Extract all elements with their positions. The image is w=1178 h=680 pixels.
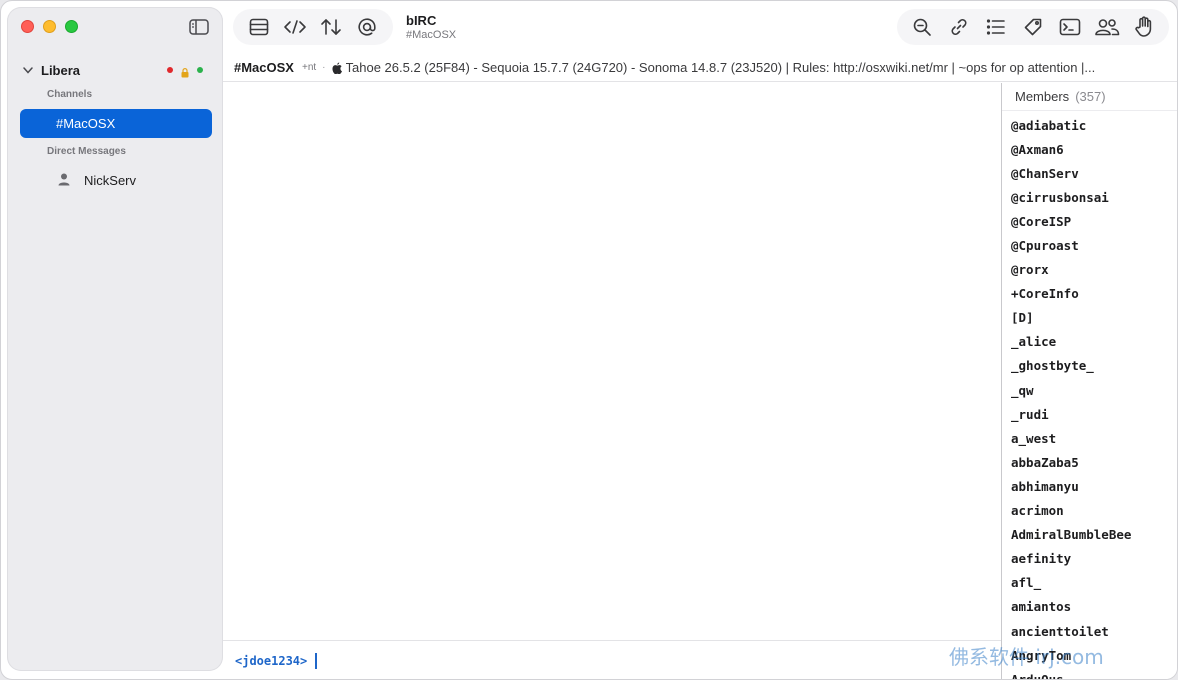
server-status: [167, 65, 203, 78]
status-dot-green: [197, 66, 203, 73]
member-item[interactable]: @rorx: [1002, 258, 1177, 282]
chevron-down-icon[interactable]: [21, 63, 35, 77]
member-item[interactable]: ancienttoilet: [1002, 619, 1177, 643]
sort-arrows-icon: [321, 19, 341, 35]
member-item[interactable]: abhimanyu: [1002, 474, 1177, 498]
app-window: Libera Channels #MacOSX Direct Messages …: [0, 0, 1178, 680]
title-block: bIRC #MacOSX: [406, 13, 456, 41]
close-window-button[interactable]: [21, 20, 34, 33]
sidebar-toggle-icon: [189, 19, 209, 35]
hand-icon: [1135, 16, 1152, 37]
mention-icon: [358, 18, 376, 36]
members-panel: Members (357) @adiabatic @Axman6 @ChanServ…: [1001, 83, 1177, 679]
member-item[interactable]: afl_: [1002, 571, 1177, 595]
member-item[interactable]: _ghostbyte_: [1002, 354, 1177, 378]
app-title: bIRC: [406, 13, 437, 28]
topic-separator: ·: [322, 61, 326, 73]
status-dot-red: [167, 66, 173, 73]
person-icon: [58, 173, 70, 189]
tag-button[interactable]: [1019, 13, 1047, 41]
server-name: Libera: [41, 62, 81, 78]
sidebar-toggle-button[interactable]: [188, 18, 210, 36]
zoom-window-button[interactable]: [65, 20, 78, 33]
sort-button[interactable]: [317, 13, 345, 41]
search-icon: [913, 18, 931, 36]
member-item[interactable]: @cirrusbonsai: [1002, 185, 1177, 209]
message-area[interactable]: [223, 83, 1001, 640]
member-item[interactable]: @Axman6: [1002, 137, 1177, 161]
members-title: Members: [1015, 89, 1070, 104]
server-list-icon: [249, 18, 269, 36]
member-item[interactable]: amiantos: [1002, 595, 1177, 619]
input-nick: <jdoe1234>: [235, 654, 308, 668]
mention-button[interactable]: [353, 13, 381, 41]
channel-topic: Tahoe 26.5.2 (25F84) - Sequoia 15.7.7 (2…: [345, 59, 1096, 75]
member-item[interactable]: _rudi: [1002, 402, 1177, 426]
app-subtitle: #MacOSX: [406, 29, 457, 41]
dm-label: NickServ: [84, 172, 137, 188]
link-button[interactable]: [945, 13, 973, 41]
member-item[interactable]: @Cpuroast: [1002, 233, 1177, 257]
toolbar-right-group: [897, 9, 1169, 45]
member-item[interactable]: +CoreInfo: [1002, 282, 1177, 306]
users-icon: [1095, 19, 1120, 36]
code-button[interactable]: [281, 13, 309, 41]
member-item[interactable]: [D]: [1002, 306, 1177, 330]
text-caret: [315, 653, 318, 669]
members-list: @adiabatic @Axman6 @ChanServ @cirrusbonsai @…: [1002, 111, 1177, 679]
link-icon: [951, 19, 967, 35]
terminal-icon: [1059, 18, 1081, 36]
member-item[interactable]: @ChanServ: [1002, 161, 1177, 185]
search-button[interactable]: [908, 13, 936, 41]
sidebar-item-nickserv[interactable]: NickServ: [20, 167, 212, 193]
topic-channel-name: #MacOSX: [234, 59, 294, 75]
apple-logo-icon: [331, 61, 342, 75]
terminal-button[interactable]: [1056, 13, 1084, 41]
topic-bar: #MacOSX +nt · Tahoe 26.5.2 (25F84) - Seq…: [223, 53, 1177, 82]
message-input[interactable]: <jdoe1234>: [223, 640, 1001, 679]
sidebar-item-macosx[interactable]: #MacOSX: [20, 109, 212, 138]
server-list-button[interactable]: [245, 13, 273, 41]
members-header: Members (357): [1002, 83, 1177, 111]
channels-section-label: Channels: [47, 89, 93, 100]
member-item[interactable]: aefinity: [1002, 547, 1177, 571]
list-icon: [986, 19, 1005, 35]
server-row-libera[interactable]: Libera: [21, 59, 211, 81]
member-item[interactable]: a_west: [1002, 426, 1177, 450]
channel-modes: +nt: [301, 61, 317, 73]
sidebar: Libera Channels #MacOSX Direct Messages …: [7, 7, 223, 671]
member-item[interactable]: acrimon: [1002, 499, 1177, 523]
member-item[interactable]: _qw: [1002, 378, 1177, 402]
lock-icon: [181, 65, 189, 78]
member-item[interactable]: ArduOus: [1002, 667, 1177, 679]
channel-label: #MacOSX: [56, 116, 116, 131]
member-item[interactable]: _alice: [1002, 330, 1177, 354]
list-button[interactable]: [982, 13, 1010, 41]
member-item[interactable]: @adiabatic: [1002, 113, 1177, 137]
hand-button[interactable]: [1130, 13, 1158, 41]
member-item[interactable]: AngryTom: [1002, 643, 1177, 667]
window-controls: [21, 20, 78, 33]
code-icon: [284, 20, 306, 34]
minimize-window-button[interactable]: [43, 20, 56, 33]
dm-section-label: Direct Messages: [47, 146, 126, 157]
member-item[interactable]: AdmiralBumbleBee: [1002, 523, 1177, 547]
members-count: (357): [1075, 89, 1106, 104]
users-button[interactable]: [1093, 13, 1121, 41]
toolbar-left-group: [233, 9, 393, 45]
member-item[interactable]: abbaZaba5: [1002, 450, 1177, 474]
tag-icon: [1024, 18, 1042, 36]
member-item[interactable]: @CoreISP: [1002, 209, 1177, 233]
